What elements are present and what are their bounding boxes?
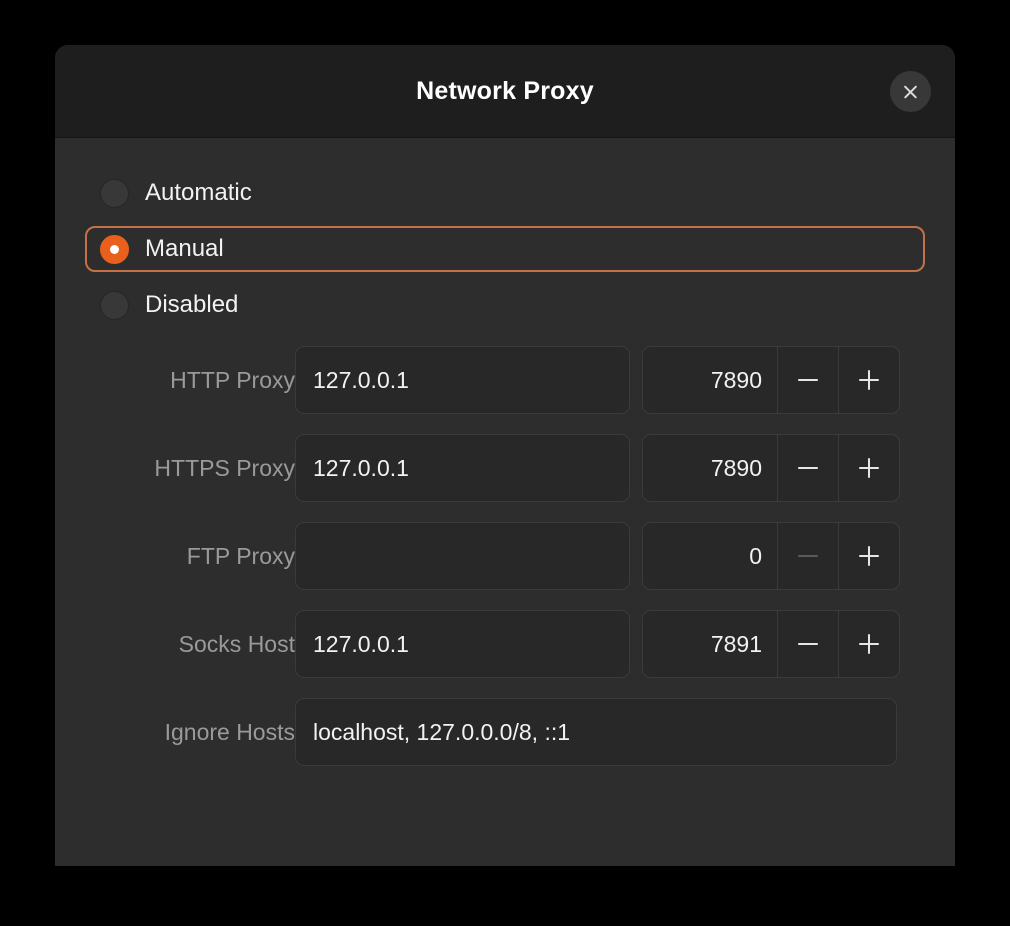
minus-icon <box>798 379 818 381</box>
network-proxy-dialog: Network Proxy Automatic Manual Disabled … <box>55 45 955 866</box>
label-http-proxy: HTTP Proxy <box>170 367 295 393</box>
screen: Network Proxy Automatic Manual Disabled … <box>0 0 1010 926</box>
http-proxy-port-increment-button[interactable] <box>838 347 899 413</box>
input-ftp-proxy-port[interactable]: 0 <box>643 523 777 589</box>
dialog-title: Network Proxy <box>416 77 594 105</box>
radio-dot-manual <box>110 244 119 254</box>
dialog-titlebar: Network Proxy <box>55 45 955 138</box>
plus-icon <box>859 546 879 566</box>
radio-dot-automatic <box>110 189 119 198</box>
ftp-proxy-port-decrement-button <box>777 523 838 589</box>
form-row-http-proxy: HTTP Proxy 127.0.0.1 7890 <box>55 346 955 434</box>
socks-host-port-increment-button[interactable] <box>838 611 899 677</box>
minus-icon <box>798 467 818 469</box>
label-ftp-proxy: FTP Proxy <box>186 543 295 569</box>
radio-label-automatic: Automatic <box>145 179 252 206</box>
minus-icon <box>798 643 818 645</box>
radio-dot-disabled <box>110 301 119 310</box>
minus-icon <box>798 555 818 557</box>
spinner-http-proxy-port: 7890 <box>642 346 900 414</box>
form-row-ignore-hosts: Ignore Hosts localhost, 127.0.0.0/8, ::1 <box>55 698 955 786</box>
proxy-settings-form: HTTP Proxy 127.0.0.1 7890 HTTPS Proxy 12… <box>55 346 955 786</box>
input-http-proxy-host[interactable]: 127.0.0.1 <box>295 346 630 414</box>
close-icon <box>902 83 919 100</box>
radio-label-disabled: Disabled <box>145 291 239 318</box>
plus-icon <box>859 370 879 390</box>
proxy-mode-radio-group: Automatic Manual Disabled <box>85 170 925 338</box>
radio-mark-manual <box>100 234 129 264</box>
socks-host-port-decrement-button[interactable] <box>777 611 838 677</box>
radio-option-automatic[interactable]: Automatic <box>85 170 925 216</box>
input-ftp-proxy-host[interactable] <box>295 522 630 590</box>
radio-label-manual: Manual <box>145 235 224 262</box>
https-proxy-port-decrement-button[interactable] <box>777 435 838 501</box>
spinner-socks-host-port: 7891 <box>642 610 900 678</box>
radio-option-manual[interactable]: Manual <box>85 226 925 272</box>
https-proxy-port-increment-button[interactable] <box>838 435 899 501</box>
spinner-https-proxy-port: 7890 <box>642 434 900 502</box>
input-http-proxy-port[interactable]: 7890 <box>643 347 777 413</box>
input-ignore-hosts[interactable]: localhost, 127.0.0.0/8, ::1 <box>295 698 897 766</box>
form-row-socks-host: Socks Host 127.0.0.1 7891 <box>55 610 955 698</box>
plus-icon <box>859 634 879 654</box>
label-socks-host: Socks Host <box>178 631 295 657</box>
input-socks-host-port[interactable]: 7891 <box>643 611 777 677</box>
ftp-proxy-port-increment-button[interactable] <box>838 523 899 589</box>
input-socks-host[interactable]: 127.0.0.1 <box>295 610 630 678</box>
form-row-ftp-proxy: FTP Proxy 0 <box>55 522 955 610</box>
label-ignore-hosts: Ignore Hosts <box>164 719 295 745</box>
input-https-proxy-port[interactable]: 7890 <box>643 435 777 501</box>
close-button[interactable] <box>890 71 931 112</box>
radio-option-disabled[interactable]: Disabled <box>85 282 925 328</box>
spinner-ftp-proxy-port: 0 <box>642 522 900 590</box>
input-https-proxy-host[interactable]: 127.0.0.1 <box>295 434 630 502</box>
radio-mark-disabled <box>100 290 129 320</box>
radio-mark-automatic <box>100 178 129 208</box>
form-row-https-proxy: HTTPS Proxy 127.0.0.1 7890 <box>55 434 955 522</box>
label-https-proxy: HTTPS Proxy <box>154 455 295 481</box>
plus-icon <box>859 458 879 478</box>
http-proxy-port-decrement-button[interactable] <box>777 347 838 413</box>
dialog-body: Automatic Manual Disabled HTTP Proxy 127… <box>55 138 955 865</box>
